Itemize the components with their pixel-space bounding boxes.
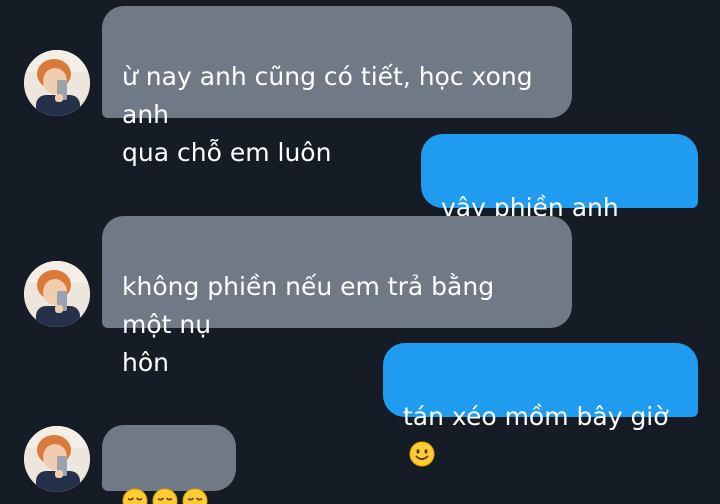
message-bubble-incoming[interactable] [102,425,236,504]
contact-avatar[interactable] [24,50,90,116]
slightly-smiling-face-icon [409,441,435,467]
message-bubble-incoming[interactable]: không phiền nếu em trả bằng một nụ hôn [102,216,572,377]
avatar-photo [24,261,90,327]
disappointed-face-icon [152,488,178,504]
message-bubble-incoming[interactable]: ừ nay anh cũng có tiết, học xong anh qua… [102,6,572,167]
disappointed-face-icon [122,488,148,504]
contact-avatar[interactable] [24,426,90,492]
contact-avatar[interactable] [24,261,90,327]
disappointed-face-icon [182,488,208,504]
chat-thread: ừ nay anh cũng có tiết, học xong anh qua… [0,0,720,504]
message-bubble-outgoing[interactable]: vậy phiền anh nhaaa [421,134,698,260]
avatar-photo [24,426,90,492]
avatar-photo [24,50,90,116]
message-text: tán xéo mồm bây giờ [403,402,669,431]
message-bubble-outgoing[interactable]: tán xéo mồm bây giờ [383,343,698,467]
